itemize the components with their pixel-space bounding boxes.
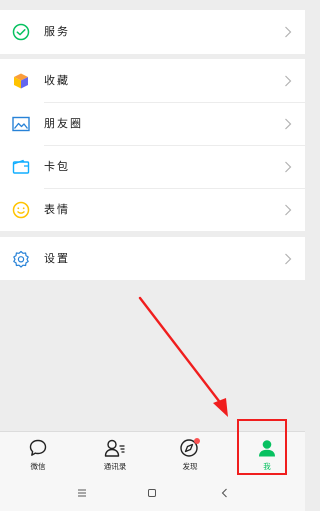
chevron-right-icon [284, 118, 292, 130]
compass-icon [179, 438, 201, 458]
contacts-icon [104, 438, 126, 458]
menu-item-stickers[interactable]: 表情 [0, 188, 305, 232]
system-nav-bar [0, 477, 305, 511]
menu-item-favorites[interactable]: 收藏 [0, 59, 305, 103]
wechat-pay-icon [11, 23, 31, 41]
menu-item-label: 卡包 [44, 160, 70, 173]
picture-icon [11, 115, 31, 133]
smiley-icon [11, 201, 31, 219]
menu-item-moments[interactable]: 朋友圈 [0, 102, 305, 146]
tab-label: 微信 [30, 462, 46, 471]
chevron-right-icon [284, 26, 292, 38]
gear-icon [11, 250, 31, 268]
menu-item-label: 收藏 [44, 74, 70, 87]
square-icon[interactable] [147, 487, 157, 499]
menu-item-label: 设置 [44, 252, 70, 265]
chevron-right-icon [284, 253, 292, 265]
tab-label: 通讯录 [103, 462, 127, 471]
cube-icon [11, 72, 31, 90]
chevron-right-icon [284, 161, 292, 173]
main-section: 收藏 朋友圈 卡包 表情 [0, 59, 305, 231]
chat-bubble-icon [28, 438, 48, 458]
tab-label: 发现 [182, 462, 198, 471]
settings-section: 设置 [0, 237, 305, 280]
menu-item-settings[interactable]: 设置 [0, 237, 305, 281]
tab-contacts[interactable]: 通讯录 [85, 432, 145, 478]
wallet-icon [11, 158, 31, 176]
menu-item-label: 朋友圈 [44, 117, 83, 130]
services-section: 服务 [0, 10, 305, 54]
tab-chats[interactable]: 微信 [8, 432, 68, 478]
chevron-right-icon [284, 75, 292, 87]
annotation-highlight-box [237, 419, 287, 475]
menu-item-cards[interactable]: 卡包 [0, 145, 305, 189]
menu-item-label: 服务 [44, 25, 70, 38]
menu-item-label: 表情 [44, 203, 70, 216]
chevron-right-icon [284, 204, 292, 216]
back-chevron-icon[interactable] [220, 487, 230, 499]
tab-discover[interactable]: 发现 [160, 432, 220, 478]
menu-lines-icon[interactable] [77, 487, 87, 499]
menu-item-services[interactable]: 服务 [0, 10, 305, 54]
